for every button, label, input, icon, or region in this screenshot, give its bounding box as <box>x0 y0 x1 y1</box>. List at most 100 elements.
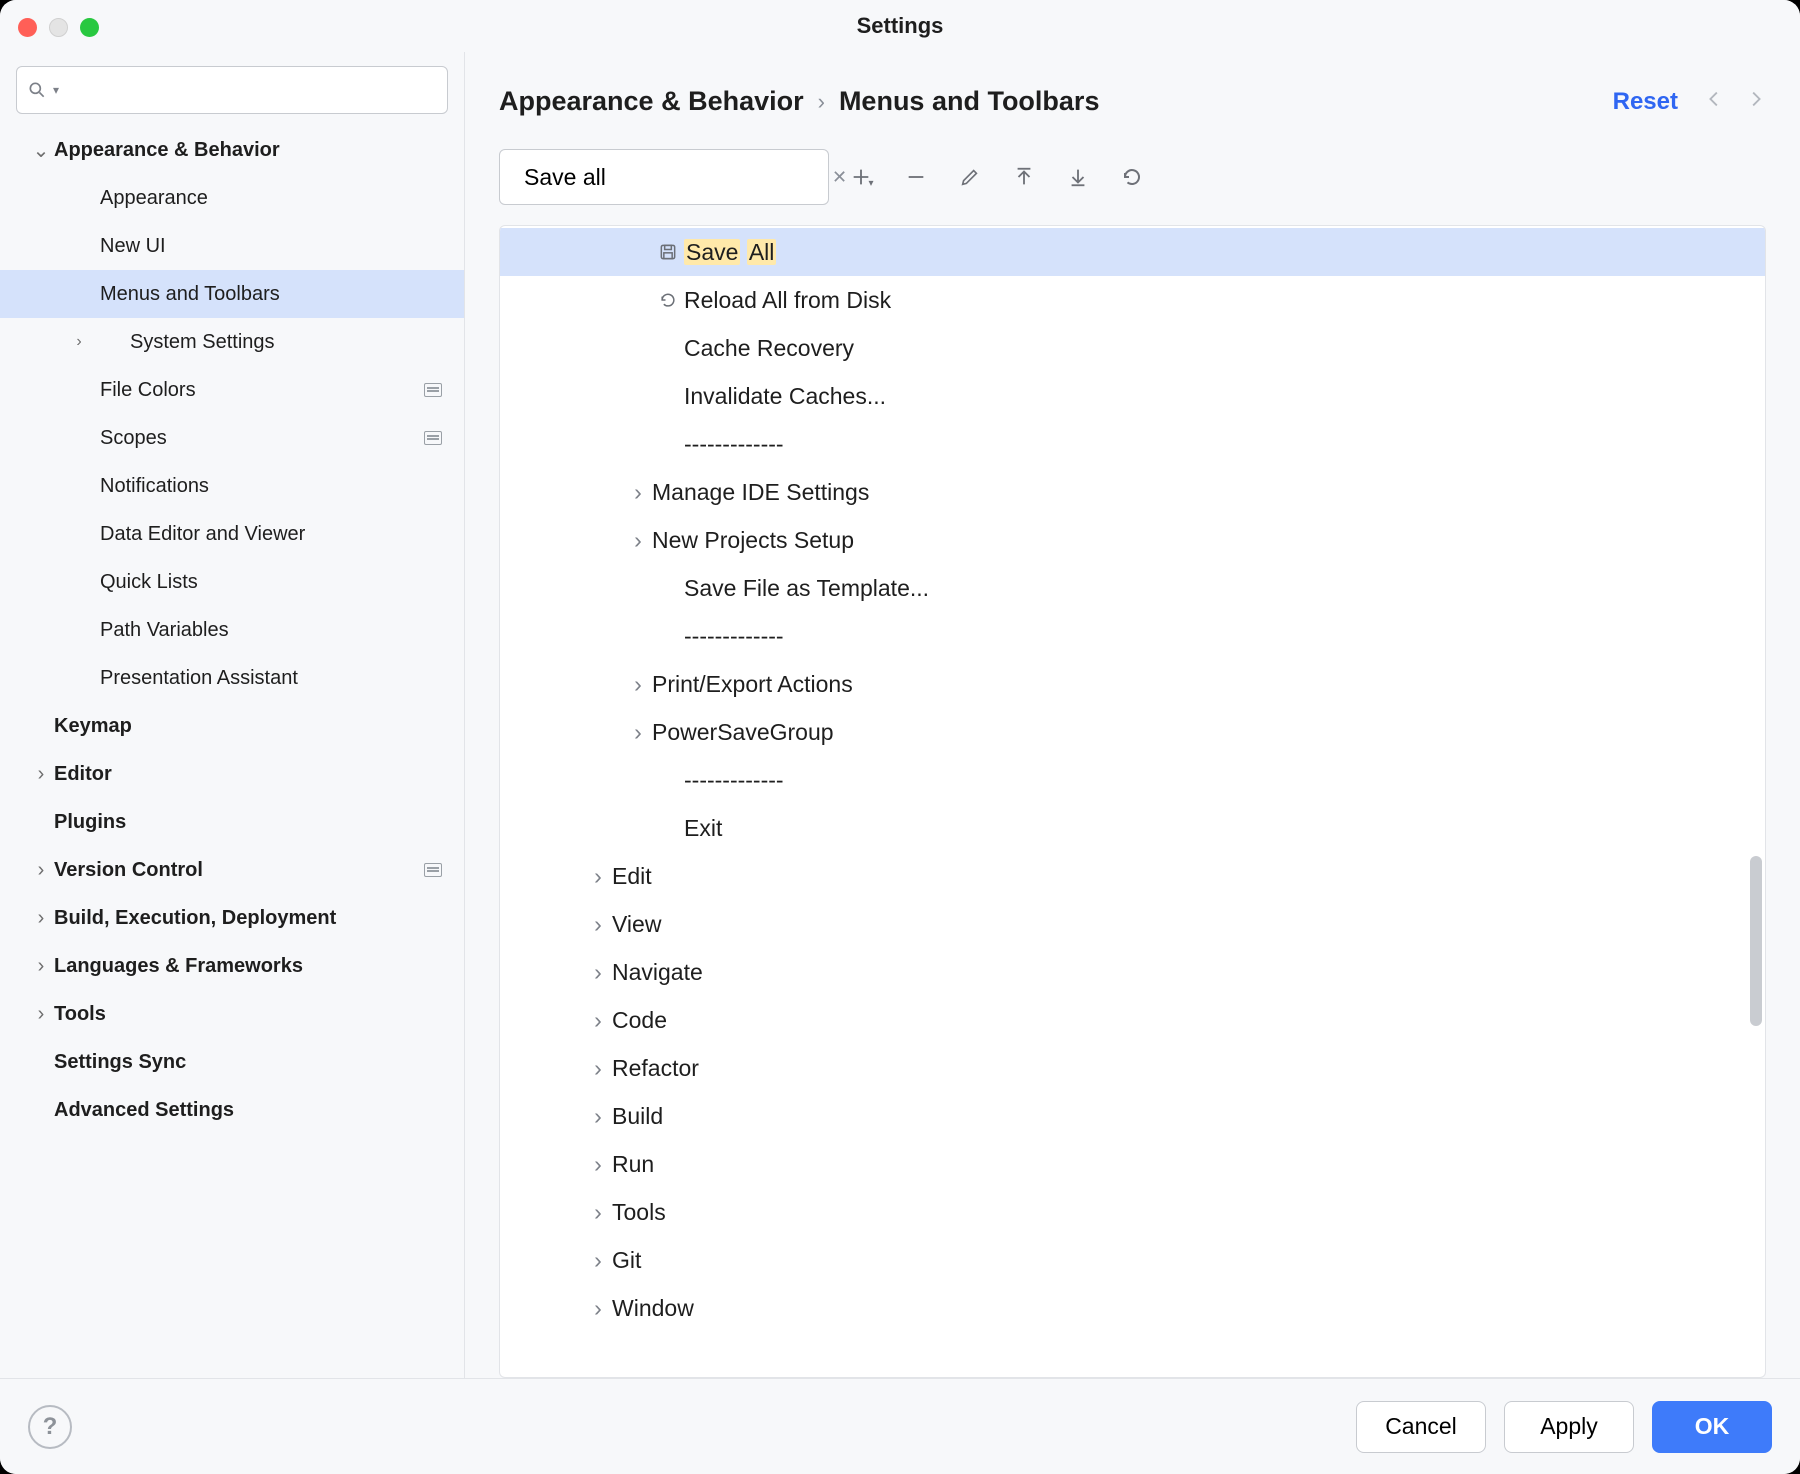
action-item[interactable]: Invalidate Caches... <box>500 372 1765 420</box>
help-icon[interactable]: ? <box>28 1405 72 1449</box>
sidebar-item[interactable]: File Colors <box>0 366 464 414</box>
action-separator[interactable]: ------------- <box>500 420 1765 468</box>
action-group[interactable]: ›Window <box>500 1284 1765 1332</box>
action-group[interactable]: ›Refactor <box>500 1044 1765 1092</box>
action-label: Navigate <box>612 959 703 986</box>
sidebar-item-label: Quick Lists <box>100 571 448 594</box>
action-label: Window <box>612 1295 694 1322</box>
sidebar-search[interactable]: ▾ <box>16 66 448 114</box>
sidebar-item[interactable]: ›Tools <box>0 990 464 1038</box>
action-tree[interactable]: Save All Reload All from Disk Cache Reco… <box>499 225 1766 1378</box>
action-group[interactable]: ›Navigate <box>500 948 1765 996</box>
settings-window: Settings ▾ ⌄Appearance & Behavior Appear… <box>0 0 1800 1474</box>
sidebar-item[interactable]: ⌄Appearance & Behavior <box>0 126 464 174</box>
action-group[interactable]: ›View <box>500 900 1765 948</box>
action-label: Tools <box>612 1199 666 1226</box>
sidebar-item[interactable]: Quick Lists <box>0 558 464 606</box>
project-scope-icon <box>424 431 442 445</box>
add-action-icon[interactable]: ▾ <box>849 164 875 190</box>
sidebar-item[interactable]: Advanced Settings <box>0 1086 464 1134</box>
sidebar-item[interactable]: Appearance <box>0 174 464 222</box>
sidebar-item[interactable]: Presentation Assistant <box>0 654 464 702</box>
sidebar-item[interactable]: New UI <box>0 222 464 270</box>
sidebar-item-label: Build, Execution, Deployment <box>54 907 448 930</box>
edit-action-icon[interactable] <box>957 164 983 190</box>
chevron-right-icon: › <box>624 671 652 698</box>
chevron-right-icon <box>64 669 86 687</box>
search-dropdown-icon[interactable]: ▾ <box>53 83 59 97</box>
chevron-right-icon: › <box>584 1103 612 1130</box>
sidebar-item-label: System Settings <box>130 331 448 354</box>
action-group[interactable]: ›Edit <box>500 852 1765 900</box>
revert-icon[interactable] <box>1119 164 1145 190</box>
action-item[interactable]: Exit <box>500 804 1765 852</box>
action-group[interactable]: ›Print/Export Actions <box>500 660 1765 708</box>
chevron-right-icon <box>64 477 86 495</box>
cancel-button[interactable]: Cancel <box>1356 1401 1486 1453</box>
chevron-right-icon: › <box>28 1003 54 1026</box>
action-separator[interactable]: ------------- <box>500 612 1765 660</box>
remove-action-icon[interactable] <box>903 164 929 190</box>
sidebar-item[interactable]: Settings Sync <box>0 1038 464 1086</box>
sidebar-item-label: New UI <box>100 235 448 258</box>
sidebar-item[interactable]: ›Editor <box>0 750 464 798</box>
sidebar-item[interactable]: Notifications <box>0 462 464 510</box>
chevron-right-icon: › <box>584 1151 612 1178</box>
chevron-right-icon: › <box>584 959 612 986</box>
search-icon <box>27 80 47 100</box>
ok-button[interactable]: OK <box>1652 1401 1772 1453</box>
action-group[interactable]: ›PowerSaveGroup <box>500 708 1765 756</box>
action-group[interactable]: ›Code <box>500 996 1765 1044</box>
action-filter-input[interactable] <box>522 163 822 192</box>
sidebar-item-label: Presentation Assistant <box>100 667 448 690</box>
sidebar-item-label: Tools <box>54 1003 448 1026</box>
sidebar-item-label: Version Control <box>54 859 424 882</box>
action-group[interactable]: ›Manage IDE Settings <box>500 468 1765 516</box>
project-scope-icon <box>424 383 442 397</box>
move-up-icon[interactable] <box>1011 164 1037 190</box>
chevron-right-icon: › <box>584 1055 612 1082</box>
action-label: Git <box>612 1247 641 1274</box>
move-down-icon[interactable] <box>1065 164 1091 190</box>
action-group[interactable]: ›New Projects Setup <box>500 516 1765 564</box>
action-label: Save All <box>684 239 776 266</box>
action-group[interactable]: ›Git <box>500 1236 1765 1284</box>
sidebar-item[interactable]: ›System Settings <box>0 318 464 366</box>
breadcrumb-0[interactable]: Appearance & Behavior <box>499 86 804 117</box>
apply-button[interactable]: Apply <box>1504 1401 1634 1453</box>
action-item[interactable]: Save All <box>500 228 1765 276</box>
sidebar-search-input[interactable] <box>65 78 437 103</box>
clear-filter-icon[interactable]: ✕ <box>832 167 847 188</box>
sidebar-item-label: Languages & Frameworks <box>54 955 448 978</box>
chevron-right-icon: › <box>624 719 652 746</box>
sidebar-item[interactable]: Keymap <box>0 702 464 750</box>
action-group[interactable]: ›Tools <box>500 1188 1765 1236</box>
chevron-right-icon <box>28 811 54 834</box>
action-separator[interactable]: ------------- <box>500 756 1765 804</box>
sidebar-item[interactable]: Data Editor and Viewer <box>0 510 464 558</box>
chevron-right-icon: › <box>584 1295 612 1322</box>
scrollbar-thumb[interactable] <box>1750 856 1762 1026</box>
sidebar-item[interactable]: Menus and Toolbars <box>0 270 464 318</box>
reset-link[interactable]: Reset <box>1613 88 1678 116</box>
sidebar-item[interactable]: ›Languages & Frameworks <box>0 942 464 990</box>
action-item[interactable]: Reload All from Disk <box>500 276 1765 324</box>
sidebar-item[interactable]: ›Version Control <box>0 846 464 894</box>
sidebar-item[interactable]: Plugins <box>0 798 464 846</box>
chevron-down-icon: ⌄ <box>28 138 54 163</box>
chevron-right-icon <box>64 621 86 639</box>
action-item[interactable]: Save File as Template... <box>500 564 1765 612</box>
nav-back-icon[interactable] <box>1704 88 1726 116</box>
sidebar-item-label: Editor <box>54 763 448 786</box>
action-group[interactable]: ›Run <box>500 1140 1765 1188</box>
action-item[interactable]: Cache Recovery <box>500 324 1765 372</box>
sidebar-item[interactable]: Scopes <box>0 414 464 462</box>
chevron-right-icon: › <box>624 527 652 554</box>
action-filter[interactable]: ✕ <box>499 149 829 205</box>
chevron-right-icon <box>64 237 86 255</box>
nav-forward-icon[interactable] <box>1744 88 1766 116</box>
sidebar-item[interactable]: ›Build, Execution, Deployment <box>0 894 464 942</box>
chevron-right-icon <box>64 285 86 303</box>
action-group[interactable]: ›Build <box>500 1092 1765 1140</box>
sidebar-item[interactable]: Path Variables <box>0 606 464 654</box>
